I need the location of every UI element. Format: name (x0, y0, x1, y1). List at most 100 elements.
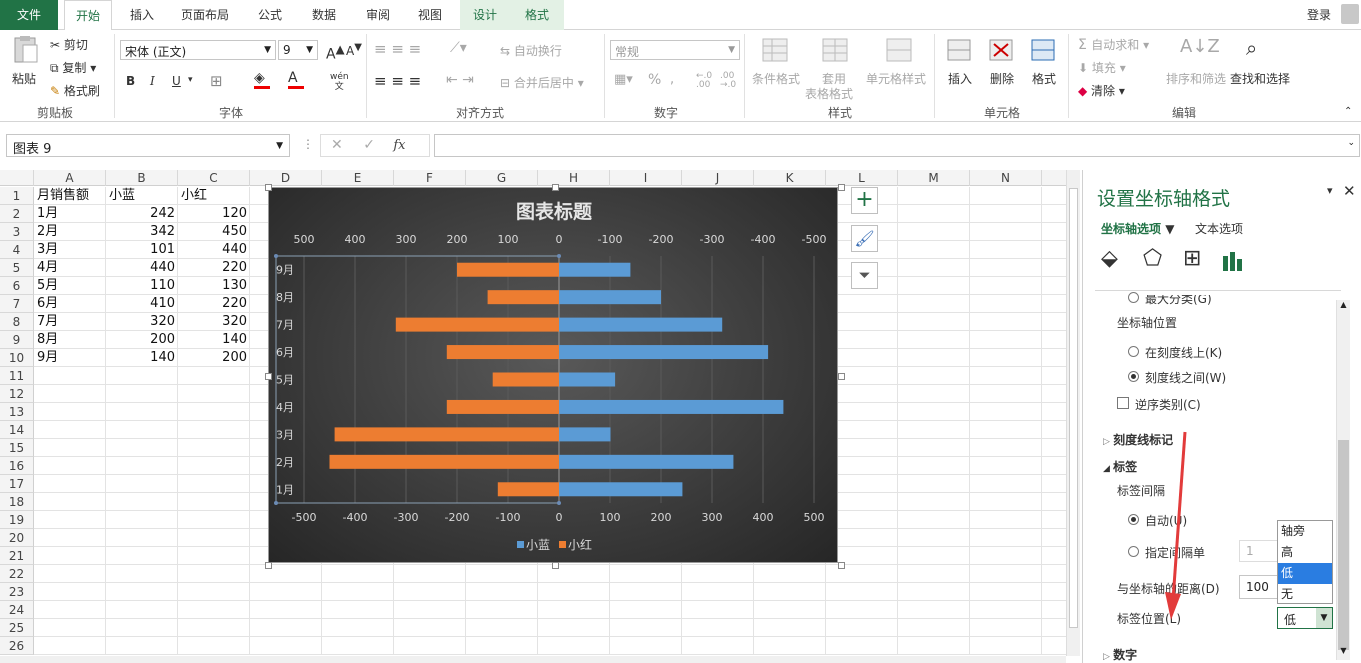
row-header-17[interactable]: 17 (0, 475, 34, 493)
cell[interactable]: 342 (106, 223, 178, 241)
select-all-corner[interactable] (0, 170, 34, 186)
formula-input[interactable]: ⌄ (434, 134, 1360, 157)
decimal-icon[interactable]: ←.0.00 (696, 72, 712, 90)
tab-insert[interactable]: 插入 (122, 0, 162, 30)
on-tick-radio[interactable] (1128, 346, 1139, 357)
tab-data[interactable]: 数据 (302, 0, 346, 30)
auto-interval-radio[interactable] (1128, 514, 1139, 525)
dropdown-option[interactable]: 无 (1278, 584, 1332, 605)
chart-filters-button[interactable]: ⏷ (851, 262, 878, 289)
tab-formulas[interactable]: 公式 (248, 0, 292, 30)
max-category-radio[interactable] (1128, 292, 1139, 303)
row-header-21[interactable]: 21 (0, 547, 34, 565)
column-header-M[interactable]: M (898, 170, 970, 186)
resize-handle[interactable] (265, 184, 272, 191)
distance-input[interactable]: 100 (1239, 575, 1279, 599)
collapse-ribbon-icon[interactable]: ⌃ (1344, 106, 1352, 117)
login-link[interactable]: 登录 (1307, 6, 1331, 23)
currency-icon[interactable]: ▦▾ (614, 72, 633, 87)
specify-interval-radio[interactable] (1128, 546, 1139, 557)
insert-function-button[interactable]: fx (393, 138, 405, 153)
resize-handle[interactable] (838, 184, 845, 191)
column-header-E[interactable]: E (322, 170, 394, 186)
cell[interactable]: 月销售额 (34, 187, 106, 205)
tab-review[interactable]: 审阅 (356, 0, 400, 30)
row-header-19[interactable]: 19 (0, 511, 34, 529)
tab-file[interactable]: 文件 (0, 0, 58, 30)
name-box[interactable]: 图表 9 ▼ (6, 134, 290, 157)
scroll-down-icon[interactable]: ▼ (1338, 646, 1349, 658)
tab-axis-options[interactable]: 坐标轴选项 ▼ (1101, 220, 1174, 237)
underline-button[interactable]: U (172, 74, 181, 88)
sort-filter-button[interactable]: 排序和筛选 (1166, 70, 1226, 87)
find-select-button[interactable]: 查找和选择 (1230, 70, 1290, 87)
tab-text-options[interactable]: 文本选项 (1195, 220, 1243, 237)
fill-color-icon[interactable]: ◈ (254, 70, 270, 89)
resize-handle[interactable] (265, 373, 272, 380)
label-position-select[interactable]: 低 ▼ (1277, 607, 1333, 629)
cell[interactable]: 4月 (34, 259, 106, 277)
format-cells-icon[interactable] (1028, 36, 1058, 64)
cell[interactable]: 小红 (178, 187, 250, 205)
resize-handle[interactable] (551, 184, 559, 191)
conditional-format-icon[interactable] (760, 36, 790, 64)
cell[interactable]: 320 (178, 313, 250, 331)
row-header-12[interactable]: 12 (0, 385, 34, 403)
conditional-format-button[interactable]: 条件格式 (752, 70, 800, 87)
pane-scrollbar[interactable]: ▲ ▼ (1336, 300, 1350, 660)
axis-options-icon[interactable] (1221, 250, 1243, 275)
close-icon[interactable]: ✕ (1343, 182, 1356, 200)
paste-button[interactable]: 粘贴 (12, 70, 36, 87)
column-header-F[interactable]: F (394, 170, 466, 186)
column-header-H[interactable]: H (538, 170, 610, 186)
clear-button[interactable]: ◆ 清除 ▾ (1078, 82, 1125, 99)
font-name-select[interactable]: 宋体 (正文) ▼ (120, 40, 276, 60)
cell[interactable]: 5月 (34, 277, 106, 295)
grow-font-button[interactable]: A▲ (326, 42, 345, 63)
chart-styles-button[interactable]: 🖌 (851, 225, 878, 252)
between-ticks-radio[interactable] (1128, 371, 1139, 382)
pane-scroll-thumb[interactable] (1338, 440, 1349, 650)
cell[interactable]: 410 (106, 295, 178, 313)
row-header-5[interactable]: 5 (0, 259, 34, 277)
number-section[interactable]: ▷ 数字 (1103, 646, 1137, 663)
resize-handle[interactable] (551, 562, 559, 569)
insert-cells-icon[interactable] (944, 36, 974, 64)
cell[interactable]: 450 (178, 223, 250, 241)
cell[interactable]: 440 (106, 259, 178, 277)
format-cells-button[interactable]: 格式 (1032, 70, 1056, 87)
dropdown-option[interactable]: 轴旁 (1278, 521, 1332, 542)
cell[interactable]: 242 (106, 205, 178, 223)
scroll-thumb[interactable] (1069, 188, 1078, 628)
row-header-23[interactable]: 23 (0, 583, 34, 601)
column-header-B[interactable]: B (106, 170, 178, 186)
cut-button[interactable]: ✂ 剪切 (50, 36, 88, 53)
border-icon[interactable]: ⊞ (210, 72, 223, 90)
scroll-up-icon[interactable]: ▲ (1338, 300, 1349, 312)
cancel-icon[interactable]: ✕ (331, 137, 343, 153)
chart-area[interactable]: 图表标题 -500 500 -400 400 -300 300 -200 200 -100 100 0… (268, 187, 838, 563)
effects-icon[interactable]: ⬠ (1143, 246, 1162, 271)
column-header-A[interactable]: A (34, 170, 106, 186)
pane-options-icon[interactable]: ▾ (1327, 184, 1333, 197)
cell[interactable]: 140 (178, 331, 250, 349)
cell[interactable]: 140 (106, 349, 178, 367)
user-avatar-icon[interactable] (1341, 4, 1359, 24)
cell-style-icon[interactable] (884, 36, 914, 64)
reverse-checkbox[interactable] (1117, 397, 1129, 409)
specify-interval-input[interactable]: 1 (1239, 540, 1279, 562)
tab-page-layout[interactable]: 页面布局 (172, 0, 238, 30)
cell-style-button[interactable]: 单元格样式 (866, 70, 926, 87)
insert-cells-button[interactable]: 插入 (948, 70, 972, 87)
dropdown-option[interactable]: 高 (1278, 542, 1332, 563)
percent-button[interactable]: % (648, 72, 661, 88)
align-center-icon[interactable]: ≡ ≡ ≡ (374, 72, 421, 90)
paste-icon[interactable] (10, 34, 40, 63)
wrap-text-button[interactable]: ⇆ 自动换行 (500, 42, 562, 59)
cell[interactable]: 1月 (34, 205, 106, 223)
row-header-16[interactable]: 16 (0, 457, 34, 475)
labels-section[interactable]: ◢ 标签 (1103, 458, 1137, 475)
row-header-1[interactable]: 1 (0, 187, 34, 205)
cell[interactable]: 9月 (34, 349, 106, 367)
tab-format[interactable]: 格式 (510, 0, 564, 30)
